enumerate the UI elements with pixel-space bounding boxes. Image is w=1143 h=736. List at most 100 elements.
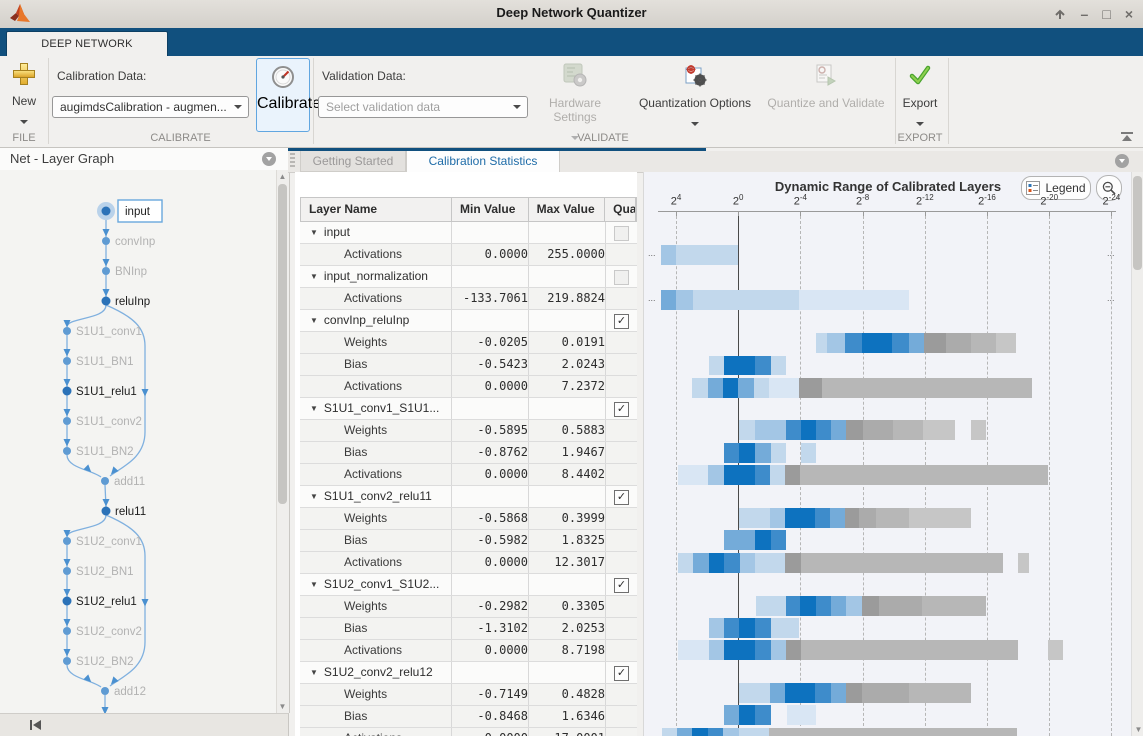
row-caret-icon[interactable]: ▼ xyxy=(310,662,318,683)
histogram-bar-segment xyxy=(831,683,846,703)
export-caret-icon[interactable] xyxy=(916,122,924,126)
row-caret-icon[interactable]: ▼ xyxy=(310,310,318,331)
calibration-data-combo[interactable]: augimdsCalibration - augmen... xyxy=(52,96,249,118)
layer-node[interactable]: S1U1_conv1 xyxy=(63,326,142,338)
max-value: 8.7198 xyxy=(561,643,605,657)
table-row[interactable]: Weights -0.5868 0.3999 xyxy=(300,508,637,530)
layer-node[interactable]: add11 xyxy=(101,476,145,488)
collapse-panel-icon[interactable] xyxy=(262,152,276,166)
histogram-bar-segment xyxy=(770,553,785,573)
table-row[interactable]: Bias -0.8468 1.6346 xyxy=(300,706,637,728)
layer-node[interactable]: BNInp xyxy=(102,266,147,278)
table-row[interactable]: ▼ S1U2_conv1_S1U2... ✓ xyxy=(300,574,637,596)
tab-getting-started[interactable]: Getting Started xyxy=(300,151,406,172)
edge-arrow-icon xyxy=(141,389,149,397)
layer-node[interactable]: S1U2_BN2 xyxy=(63,656,134,668)
table-row[interactable]: Activations 0.000017.0001 xyxy=(300,728,637,736)
table-row[interactable]: Bias -0.5423 2.0243 xyxy=(300,354,637,376)
table-row[interactable]: ▼ S1U1_conv1_S1U1... ✓ xyxy=(300,398,637,420)
chart-scrollbar[interactable]: ▼ xyxy=(1131,172,1143,736)
table-row[interactable]: Activations 0.0000 255.0000 xyxy=(300,244,637,266)
layer-node[interactable]: S1U1_BN2 xyxy=(63,446,134,458)
row-caret-icon[interactable]: ▼ xyxy=(310,574,318,595)
row-caret-icon[interactable]: ▼ xyxy=(310,266,318,287)
edge-arrow-icon xyxy=(63,649,71,657)
chart-scroll-down-icon[interactable]: ▼ xyxy=(1133,725,1143,734)
layer-node[interactable]: input xyxy=(97,199,163,223)
table-row[interactable]: ▼ S1U2_conv2_relu12 ✓ xyxy=(300,662,637,684)
row-caret-icon[interactable]: ▼ xyxy=(310,486,318,507)
layer-node[interactable]: S1U1_BN1 xyxy=(63,356,134,368)
layer-node[interactable]: add12 xyxy=(101,686,146,698)
layer-graph-canvas[interactable]: input convInp BNInp reluInp S1U1_conv1 S1U1_B… xyxy=(0,170,276,713)
table-row[interactable]: Bias -1.3102 2.0253 xyxy=(300,618,637,640)
quantize-checkbox[interactable]: ✓ xyxy=(614,490,629,505)
layer-node[interactable]: S1U1_conv2 xyxy=(63,416,142,428)
collapse-ribbon-icon[interactable] xyxy=(1120,132,1134,143)
table-row[interactable]: Activations 0.0000 7.2372 xyxy=(300,376,637,398)
chart-scrollbar-thumb[interactable] xyxy=(1133,176,1142,270)
table-row[interactable]: ▼ input xyxy=(300,222,637,244)
table-row[interactable]: Weights -0.5895 0.5883 xyxy=(300,420,637,442)
row-caret-icon[interactable]: ▼ xyxy=(310,222,318,243)
layer-node[interactable]: S1U2_relu1 xyxy=(62,596,137,608)
histogram-bar-segment xyxy=(709,356,724,375)
table-row[interactable]: Bias -0.8762 1.9467 xyxy=(300,442,637,464)
scroll-up-icon[interactable]: ▲ xyxy=(277,172,288,181)
graph-scrollbar[interactable]: ▲ ▼ xyxy=(276,170,290,713)
table-row[interactable]: ▼ convInp_reluInp ✓ xyxy=(300,310,637,332)
minimize-window-icon[interactable]: – xyxy=(1081,4,1089,24)
layer-node-label: reluInp xyxy=(115,296,150,308)
layer-node-label: add12 xyxy=(114,686,146,698)
quantize-checkbox[interactable]: ✓ xyxy=(614,402,629,417)
table-row[interactable]: Weights -0.0205 0.0191 xyxy=(300,332,637,354)
row-caret-icon[interactable]: ▼ xyxy=(310,398,318,419)
quantize-checkbox[interactable]: ✓ xyxy=(614,314,629,329)
table-row[interactable]: Activations 0.0000 12.3017 xyxy=(300,552,637,574)
collapse-document-icon[interactable] xyxy=(1115,154,1129,168)
graph-scrollbar-thumb[interactable] xyxy=(278,184,287,504)
layer-node[interactable]: S1U2_BN1 xyxy=(63,566,134,578)
tab-calibration-statistics[interactable]: Calibration Statistics xyxy=(406,151,560,172)
table-row[interactable]: Activations -133.7061 219.8824 xyxy=(300,288,637,310)
table-row[interactable]: Activations 0.0000 8.7198 xyxy=(300,640,637,662)
histogram-bar-segment xyxy=(771,530,786,550)
quantize-checkbox[interactable]: ✓ xyxy=(614,578,629,593)
close-window-icon[interactable]: × xyxy=(1125,4,1133,24)
table-row[interactable]: Activations 0.0000 8.4402 xyxy=(300,464,637,486)
table-row[interactable]: ▼ input_normalization xyxy=(300,266,637,288)
table-row[interactable]: ▼ S1U1_conv2_relu11 ✓ xyxy=(300,486,637,508)
validation-data-combo[interactable]: Select validation data xyxy=(318,96,528,118)
histogram-bar-segment xyxy=(922,596,986,616)
maximize-window-icon[interactable]: □ xyxy=(1102,4,1110,24)
table-row[interactable]: Weights -0.7149 0.4828 xyxy=(300,684,637,706)
quantization-options-caret-icon[interactable] xyxy=(691,122,699,126)
layer-node-label: add11 xyxy=(114,476,145,488)
axis-tick-label: 2-24 xyxy=(1102,193,1121,208)
histogram-bar-segment xyxy=(723,378,738,398)
layer-node[interactable]: S1U2_conv1 xyxy=(63,536,142,548)
max-value: 17.0001 xyxy=(529,728,605,736)
tab-deep-network-quantizer[interactable]: DEEP NETWORK QUANTIZER xyxy=(6,31,168,75)
histogram-bar-segment xyxy=(770,508,785,528)
edge-arrow-icon xyxy=(102,229,110,237)
layer-node[interactable]: convInp xyxy=(102,236,155,248)
histogram-bar-segment xyxy=(739,728,754,736)
collapse-left-panel-icon[interactable] xyxy=(28,719,44,731)
table-row[interactable]: Weights -0.2982 0.3305 xyxy=(300,596,637,618)
calibrate-button[interactable]: Calibrate xyxy=(256,58,321,132)
quantization-options-button[interactable]: Quantization Options xyxy=(635,59,755,131)
new-dropdown-caret-icon[interactable] xyxy=(20,120,28,124)
histogram-bar-segment xyxy=(815,508,830,528)
quantize-checkbox[interactable]: ✓ xyxy=(614,666,629,681)
calibrate-gauge-icon xyxy=(270,64,296,90)
table-row[interactable]: Bias -0.5982 1.8325 xyxy=(300,530,637,552)
new-button[interactable]: New xyxy=(2,59,46,131)
export-button[interactable]: Export xyxy=(896,59,944,131)
layer-node[interactable]: S1U1_relu1 xyxy=(62,386,137,398)
layer-node[interactable]: S1U2_conv2 xyxy=(63,626,142,638)
scroll-down-icon[interactable]: ▼ xyxy=(277,702,288,711)
layer-node-label: S1U1_relu1 xyxy=(76,386,137,398)
panel-drag-handle[interactable] xyxy=(290,153,295,169)
shade-window-icon[interactable] xyxy=(1053,7,1067,21)
